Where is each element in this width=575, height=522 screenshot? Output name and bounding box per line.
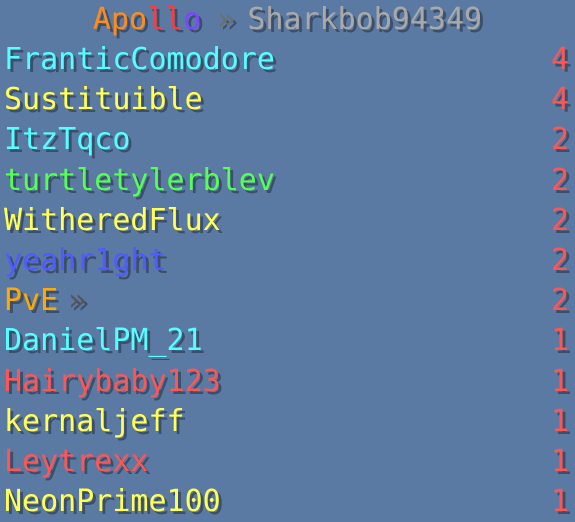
player-name: ItzTqco (4, 120, 130, 160)
player-row: Hairybaby123 1 (0, 362, 575, 402)
player-score: 1 (550, 444, 569, 479)
current-player-name: Sharkbob94349 (247, 2, 483, 37)
player-name-text: ItzTqco (4, 122, 131, 158)
player-row: ItzTqco 2 (0, 120, 575, 160)
scoreboard: Apollo » Sharkbob94349 FranticComodore 4 S… (0, 0, 575, 522)
player-row: DanielPM_21 1 (0, 321, 575, 361)
player-name: turtletylerblev (4, 161, 275, 201)
player-name: DanielPM_21 (4, 321, 203, 361)
player-row: NeonPrime100 1 (0, 482, 575, 522)
scoreboard-header: Apollo » Sharkbob94349 (0, 0, 575, 40)
player-row: FranticComodore 4 (0, 40, 575, 80)
player-name-text: yeahr1ght (4, 243, 167, 278)
player-name: WitheredFlux (4, 201, 221, 241)
player-score: 2 (550, 243, 569, 278)
player-name-text: NeonPrime100 (4, 484, 221, 520)
server-title-letter: l (165, 2, 184, 37)
player-name-text: Leytrexx (4, 444, 149, 479)
player-name: Leytrexx (4, 442, 149, 482)
player-name-text: turtletylerblev (4, 162, 275, 198)
player-row: turtletylerblev 2 (0, 161, 575, 201)
player-row: PvE» 2 (0, 281, 575, 321)
server-title-letter: p (110, 2, 129, 37)
player-name: yeahr1ght (4, 241, 167, 281)
player-score: 4 (550, 42, 569, 77)
player-score: 1 (550, 363, 569, 399)
server-title: Apollo (93, 0, 201, 40)
player-score: 1 (550, 323, 569, 359)
player-row: yeahr1ght 2 (0, 241, 575, 281)
player-score: 2 (550, 202, 569, 238)
player-score: 1 (550, 484, 569, 520)
server-title-letter: l (147, 2, 166, 37)
server-title-letter: A (92, 2, 111, 37)
player-row: Leytrexx 1 (0, 442, 575, 482)
player-name-text: PvE (4, 283, 59, 319)
player-row: WitheredFlux 2 (0, 201, 575, 241)
player-name-text: WitheredFlux (4, 202, 221, 238)
player-name-text: kernaljeff (4, 403, 185, 439)
player-score: 2 (550, 162, 569, 198)
player-name-text: Hairybaby123 (4, 363, 221, 399)
player-name: Sustituible (4, 80, 203, 120)
player-name: NeonPrime100 (4, 482, 221, 522)
player-name: Hairybaby123 (4, 362, 221, 402)
player-name: kernaljeff (4, 402, 185, 442)
player-score: 2 (550, 283, 569, 319)
player-score: 2 (550, 122, 569, 158)
player-row: Sustituible 4 (0, 80, 575, 120)
player-score: 1 (550, 403, 569, 439)
player-name-text: FranticComodore (4, 42, 275, 77)
player-name: FranticComodore (4, 40, 275, 80)
player-name: PvE» (4, 281, 86, 321)
server-title-letter: o (183, 2, 202, 37)
player-name-text: DanielPM_21 (4, 323, 203, 359)
server-title-letter: o (129, 2, 148, 37)
player-name-text: Sustituible (4, 82, 203, 118)
player-row: kernaljeff 1 (0, 402, 575, 442)
player-score: 4 (550, 82, 569, 118)
player-suffix: » (68, 283, 87, 319)
header-separator: » (217, 2, 236, 37)
